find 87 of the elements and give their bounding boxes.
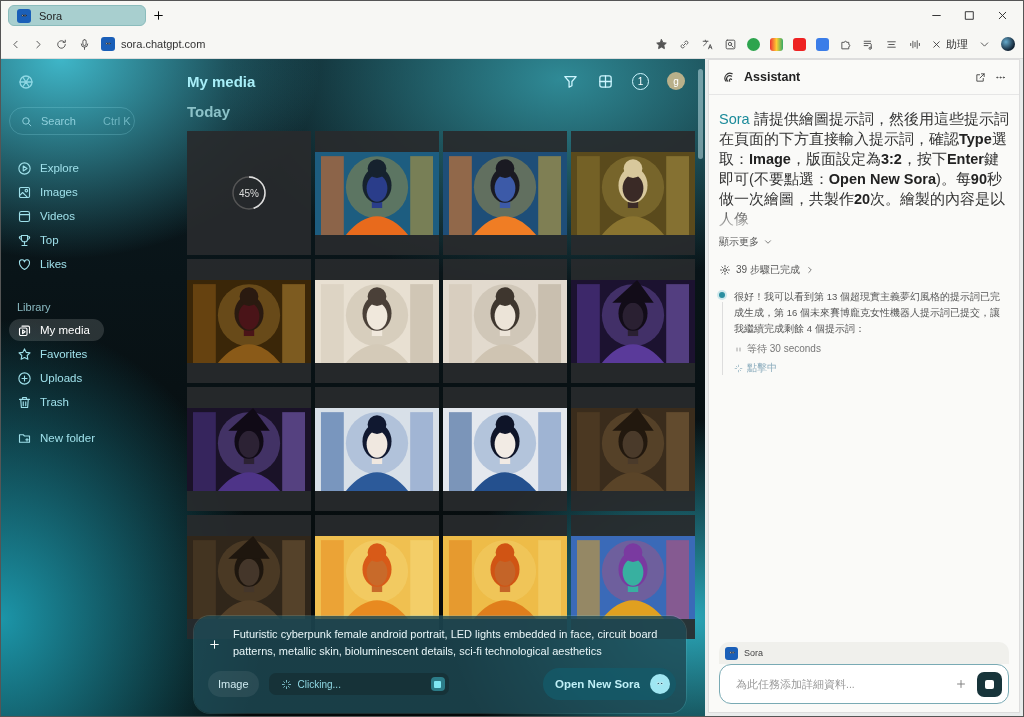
chevron-down-icon bbox=[763, 237, 773, 247]
sidebar-item[interactable]: Top bbox=[9, 229, 67, 251]
extension-icon[interactable] bbox=[747, 37, 760, 51]
media-tile[interactable] bbox=[571, 259, 695, 383]
task-input-field[interactable]: 為此任務添加詳細資料... bbox=[719, 664, 1009, 704]
scrollbar-thumb[interactable] bbox=[698, 69, 703, 159]
reload-icon bbox=[55, 37, 68, 51]
media-tile[interactable] bbox=[443, 259, 567, 383]
star-icon bbox=[655, 37, 668, 51]
trophy-icon bbox=[17, 232, 32, 248]
sidebar-item[interactable]: Images bbox=[9, 181, 86, 203]
link-icon bbox=[678, 37, 691, 51]
sidebar-item[interactable]: Videos bbox=[9, 205, 83, 227]
activity-label: 等待 30 seconds bbox=[747, 342, 821, 356]
star-icon bbox=[17, 346, 32, 362]
assistant-toggle[interactable]: 助理 bbox=[931, 36, 968, 52]
add-button[interactable] bbox=[955, 678, 967, 690]
browser-tab[interactable]: Sora bbox=[8, 5, 146, 26]
page-title: My media bbox=[187, 72, 257, 90]
profile-icon[interactable] bbox=[1001, 37, 1015, 51]
microphone-icon bbox=[78, 37, 91, 51]
prompt-field[interactable]: Futuristic cyberpunk female android portrait, LED lights embedded in face, circuit board patterns, metallic skin, bioluminescent details, sci-fi technological aesthetics bbox=[233, 626, 676, 662]
grid-view-button[interactable] bbox=[597, 72, 614, 90]
progress-percent: 45% bbox=[239, 187, 259, 199]
plus-icon bbox=[955, 678, 967, 690]
task-input[interactable]: 為此任務添加詳細資料... bbox=[734, 677, 945, 691]
media-tile[interactable] bbox=[443, 131, 567, 255]
extension-icon[interactable] bbox=[793, 37, 806, 51]
play-circle-icon bbox=[17, 160, 32, 176]
shortcut-hint: Ctrl K bbox=[103, 115, 131, 127]
media-tile[interactable] bbox=[187, 387, 311, 511]
task-prompt: Sora 請提供繪圖提示詞，然後用這些提示詞在頁面的下方直接輸入提示詞，確認Type選取：Image，版面設定為3:2，按下Enter鍵即可(不要點選：Open New Sora)。每90秒做一次繪圖，共製作20次。繪製的內容是以人像 bbox=[719, 110, 1009, 229]
media-tile[interactable] bbox=[315, 387, 439, 511]
spinner-icon bbox=[734, 363, 743, 373]
media-stack-icon bbox=[17, 322, 32, 338]
stop-button[interactable] bbox=[977, 671, 1002, 697]
media-tile[interactable] bbox=[315, 131, 439, 255]
address-bar[interactable]: sora.chatgpt.com bbox=[101, 37, 206, 51]
waveform-icon bbox=[908, 37, 921, 51]
new-tab-icon bbox=[152, 9, 165, 22]
open-new-sora-button[interactable]: Open New Sora bbox=[543, 668, 676, 700]
steps-summary[interactable]: 39 步驟已完成 bbox=[719, 263, 815, 277]
spinner-icon bbox=[280, 678, 292, 690]
panel-title: Assistant bbox=[744, 70, 802, 84]
sidebar-item[interactable]: My media bbox=[9, 319, 104, 341]
plus-icon bbox=[208, 637, 221, 651]
sidebar-item[interactable]: Likes bbox=[9, 253, 75, 275]
video-frame-icon bbox=[17, 208, 32, 224]
zoom-page-icon bbox=[724, 37, 737, 51]
plus-circle-icon bbox=[17, 370, 32, 386]
search-icon bbox=[20, 114, 33, 128]
date-heading: Today bbox=[187, 103, 232, 122]
prompt-composer[interactable] bbox=[194, 616, 686, 713]
close-icon bbox=[931, 38, 942, 50]
media-tile[interactable] bbox=[571, 387, 695, 511]
media-tile[interactable] bbox=[315, 259, 439, 383]
media-tile[interactable] bbox=[571, 131, 695, 255]
context-label: Sora bbox=[744, 648, 763, 658]
type-button[interactable]: Image bbox=[208, 671, 259, 697]
image-icon bbox=[17, 184, 32, 200]
extension-icon[interactable] bbox=[816, 37, 829, 51]
activity-label: 點擊中 bbox=[747, 361, 777, 375]
search-input[interactable]: Search bbox=[39, 114, 97, 128]
url-text: sora.chatgpt.com bbox=[121, 38, 206, 50]
popout-icon bbox=[975, 71, 986, 83]
trash-icon bbox=[17, 394, 32, 410]
show-more-button[interactable]: 顯示更多 bbox=[719, 235, 773, 249]
media-tile[interactable] bbox=[443, 387, 567, 511]
translate-icon bbox=[701, 37, 714, 51]
grid-icon bbox=[597, 72, 614, 90]
section-heading: Library bbox=[16, 301, 52, 313]
sidebar-item[interactable]: Uploads bbox=[9, 367, 91, 389]
sidebar-item[interactable]: Trash bbox=[9, 391, 77, 413]
timeline-dot bbox=[719, 292, 725, 298]
status-text: Clicking... bbox=[297, 678, 342, 690]
close-icon bbox=[996, 9, 1009, 22]
heart-icon bbox=[17, 256, 32, 272]
sidebar-item[interactable]: Favorites bbox=[9, 343, 96, 365]
sidebar-item[interactable]: Explore bbox=[9, 157, 87, 179]
mention-link[interactable]: Sora bbox=[719, 111, 750, 127]
assistant-message: 很好！我可以看到第 13 個超現實主義夢幻風格的提示詞已完成生成，第 16 個未來賽博龐克女性機器人提示詞已提交，讓我繼續完成剩餘 4 個提示詞： bbox=[734, 290, 1001, 336]
signal-arcs-icon bbox=[721, 69, 736, 85]
extension-icon[interactable] bbox=[770, 37, 783, 51]
stop-button[interactable] bbox=[430, 677, 445, 691]
media-tile[interactable] bbox=[187, 259, 311, 383]
new-folder-button[interactable]: New folder bbox=[9, 427, 103, 449]
maximize-icon bbox=[963, 9, 976, 22]
